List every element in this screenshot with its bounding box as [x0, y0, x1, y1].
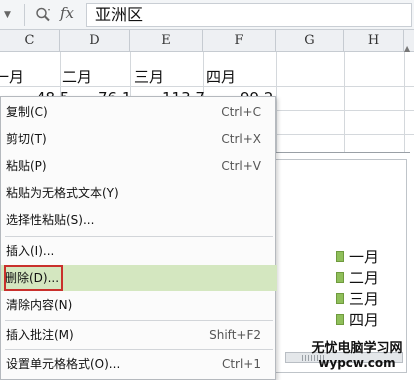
cell-header-jan[interactable]: 一月 [0, 66, 24, 87]
legend-swatch [336, 314, 344, 325]
column-header-h[interactable]: H [344, 30, 404, 52]
column-header-g[interactable]: G [276, 30, 344, 52]
watermark-url: wypcw.com [318, 356, 396, 370]
menu-item-shortcut: Shift+F2 [209, 328, 261, 342]
menu-item-label: 粘贴(P) [6, 159, 47, 173]
menu-item-insert[interactable]: 插入(I)... [1, 238, 277, 264]
menu-item-label: 删除(D)... [4, 265, 64, 291]
watermark-title: 无忧电脑学习网 [311, 341, 403, 356]
menu-item-label: 粘贴为无格式文本(Y) [6, 186, 119, 200]
legend-swatch [336, 293, 344, 304]
menu-item-label: 复制(C) [6, 105, 48, 119]
menu-item-delete[interactable]: 删除(D)... [1, 265, 277, 291]
formula-input[interactable]: 亚洲区 [86, 3, 412, 27]
menu-item-label: 插入批注(M) [6, 328, 74, 342]
menu-item-paste-plain-text[interactable]: 粘贴为无格式文本(Y) [1, 180, 277, 206]
formula-bar-separator [24, 4, 25, 26]
column-header-e[interactable]: E [130, 30, 203, 52]
menu-item-insert-comment[interactable]: 插入批注(M) Shift+F2 [1, 322, 277, 348]
column-header-c[interactable]: C [0, 30, 60, 52]
legend-swatch [336, 272, 344, 283]
menu-item-label: 剪切(T) [6, 132, 47, 146]
menu-item-shortcut: Ctrl+C [221, 105, 261, 119]
legend-label: 三月 [349, 290, 380, 308]
menu-item-label: 插入(I)... [6, 244, 55, 258]
watermark: 无忧电脑学习网 wypcw.com [300, 341, 414, 371]
legend-swatch [336, 251, 344, 262]
menu-separator [5, 236, 273, 237]
column-header-f[interactable]: F [203, 30, 276, 52]
menu-item-label: 设置单元格格式(O)... [6, 357, 121, 371]
name-box-dropdown-icon[interactable]: ▼ [4, 10, 12, 20]
cell-header-mar[interactable]: 三月 [134, 66, 164, 87]
menu-item-label: 选择性粘贴(S)... [6, 213, 95, 227]
menu-separator [5, 320, 273, 321]
legend-label: 二月 [349, 269, 380, 287]
menu-item-cut[interactable]: 剪切(T) Ctrl+X [1, 126, 277, 152]
menu-item-copy[interactable]: 复制(C) Ctrl+C [1, 99, 277, 125]
legend-label: 一月 [349, 248, 380, 266]
menu-separator [5, 349, 273, 350]
menu-item-label: 清除内容(N) [6, 298, 73, 312]
menu-item-format-cells[interactable]: 设置单元格格式(O)... Ctrl+1 [1, 351, 277, 377]
menu-item-clear-contents[interactable]: 清除内容(N) [1, 292, 277, 318]
fx-icon[interactable]: fx [60, 4, 74, 22]
menu-item-shortcut: Ctrl+V [221, 159, 261, 173]
column-header: C D E F G H [0, 30, 414, 52]
context-menu: 复制(C) Ctrl+C 剪切(T) Ctrl+X 粘贴(P) Ctrl+V 粘… [0, 96, 277, 380]
menu-item-shortcut: Ctrl+X [221, 132, 261, 146]
zoom-icon[interactable] [35, 6, 51, 24]
legend-label: 四月 [349, 311, 380, 329]
menu-item-paste[interactable]: 粘贴(P) Ctrl+V [1, 153, 277, 179]
formula-bar: ▼ fx 亚洲区 [0, 0, 414, 30]
cell-header-apr[interactable]: 四月 [206, 66, 236, 87]
cell-header-feb[interactable]: 二月 [62, 66, 92, 87]
menu-item-paste-special[interactable]: 选择性粘贴(S)... [1, 207, 277, 233]
column-header-d[interactable]: D [60, 30, 130, 52]
scroll-arrow-icon[interactable]: ▲ [404, 44, 412, 53]
menu-item-shortcut: Ctrl+1 [221, 357, 261, 371]
